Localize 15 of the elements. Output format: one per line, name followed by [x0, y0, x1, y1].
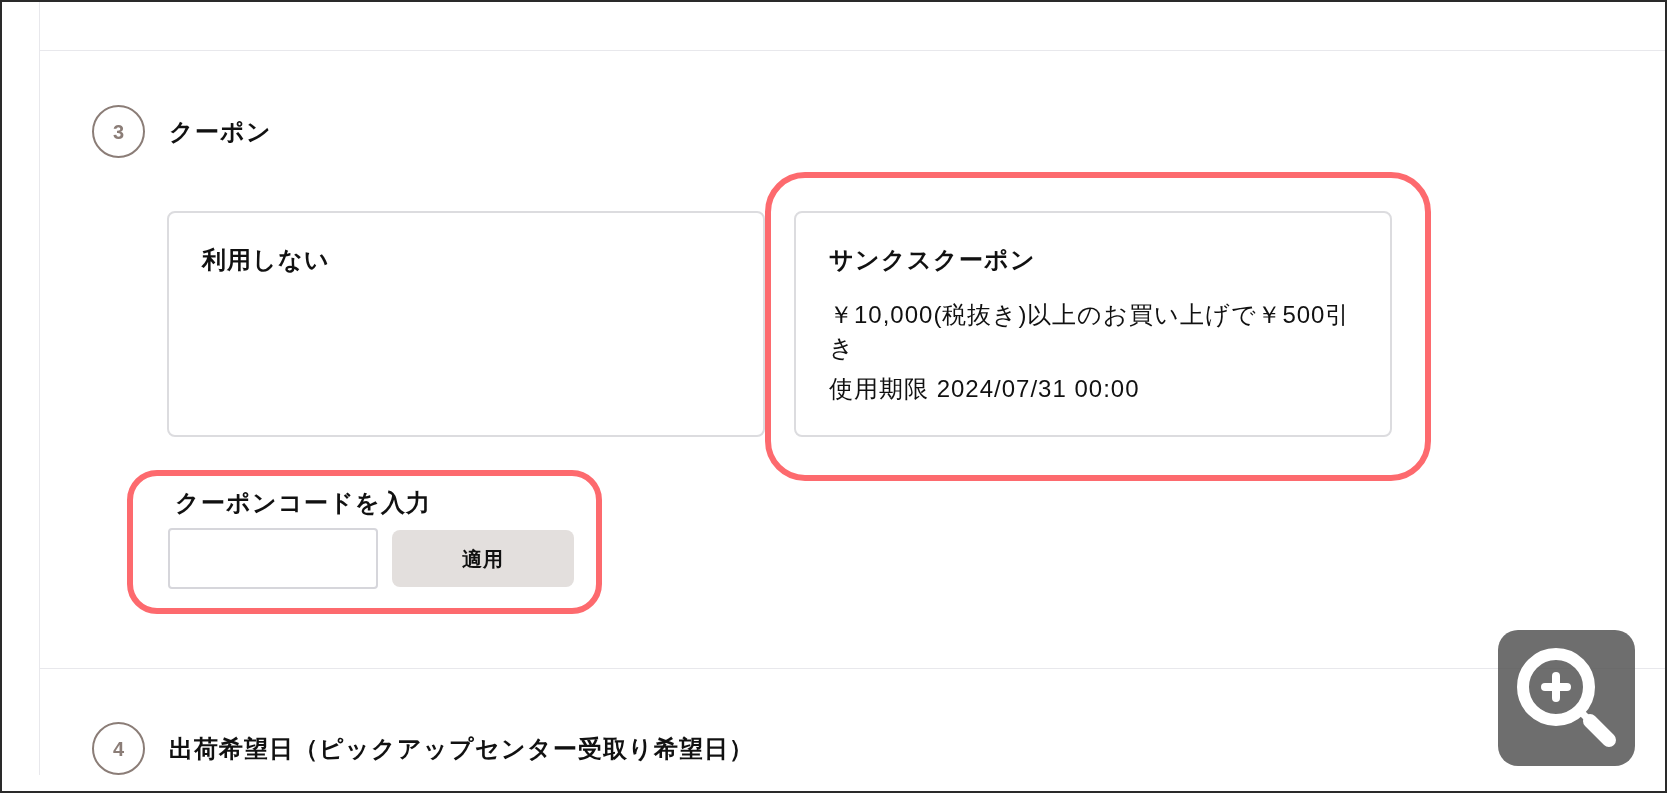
- section-heading: クーポン: [169, 116, 272, 147]
- coupon-description: ￥10,000(税抜き)以上のお買い上げで￥500引き: [829, 300, 1352, 363]
- coupon-title: 利用しない: [202, 245, 331, 275]
- coupon-option-card[interactable]: サンクスクーポン ￥10,000(税抜き)以上のお買い上げで￥500引き 使用期限 2024/07/31 00:00: [794, 211, 1392, 437]
- section-heading: 出荷希望日（ピックアップセンター受取り希望日）: [169, 733, 754, 764]
- coupon-option-card[interactable]: 利用しない: [167, 211, 765, 437]
- apply-button[interactable]: 適用: [392, 530, 574, 587]
- coupon-code-label: クーポンコードを入力: [174, 488, 432, 518]
- zoom-button[interactable]: [1498, 630, 1635, 766]
- coupon-code-field[interactable]: [168, 528, 378, 589]
- step-number: 3: [92, 105, 145, 158]
- coupon-expiry: 使用期限 2024/07/31 00:00: [829, 374, 1141, 404]
- step-number: 4: [92, 722, 145, 775]
- coupon-title: サンクスクーポン: [829, 245, 1037, 275]
- zoom-in-icon: [1516, 648, 1617, 748]
